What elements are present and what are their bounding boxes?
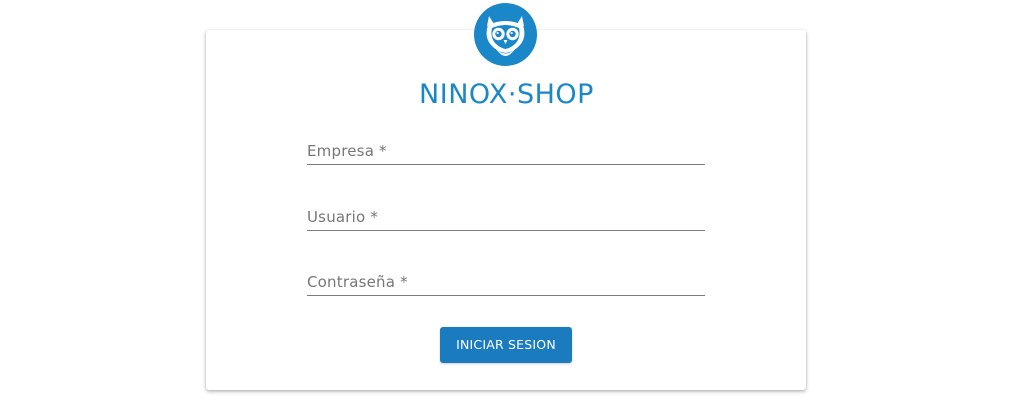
login-button[interactable]: INICIAR SESION (440, 327, 572, 363)
brand-name: NINOX·SHOP (419, 79, 594, 110)
contrasena-input[interactable] (307, 263, 705, 295)
empresa-field[interactable]: Empresa * (307, 132, 705, 165)
contrasena-field[interactable]: Contraseña * (307, 263, 705, 296)
empresa-input[interactable] (307, 132, 705, 164)
usuario-input[interactable] (307, 198, 705, 230)
usuario-field[interactable]: Usuario * (307, 198, 705, 231)
owl-logo-icon (474, 3, 537, 66)
